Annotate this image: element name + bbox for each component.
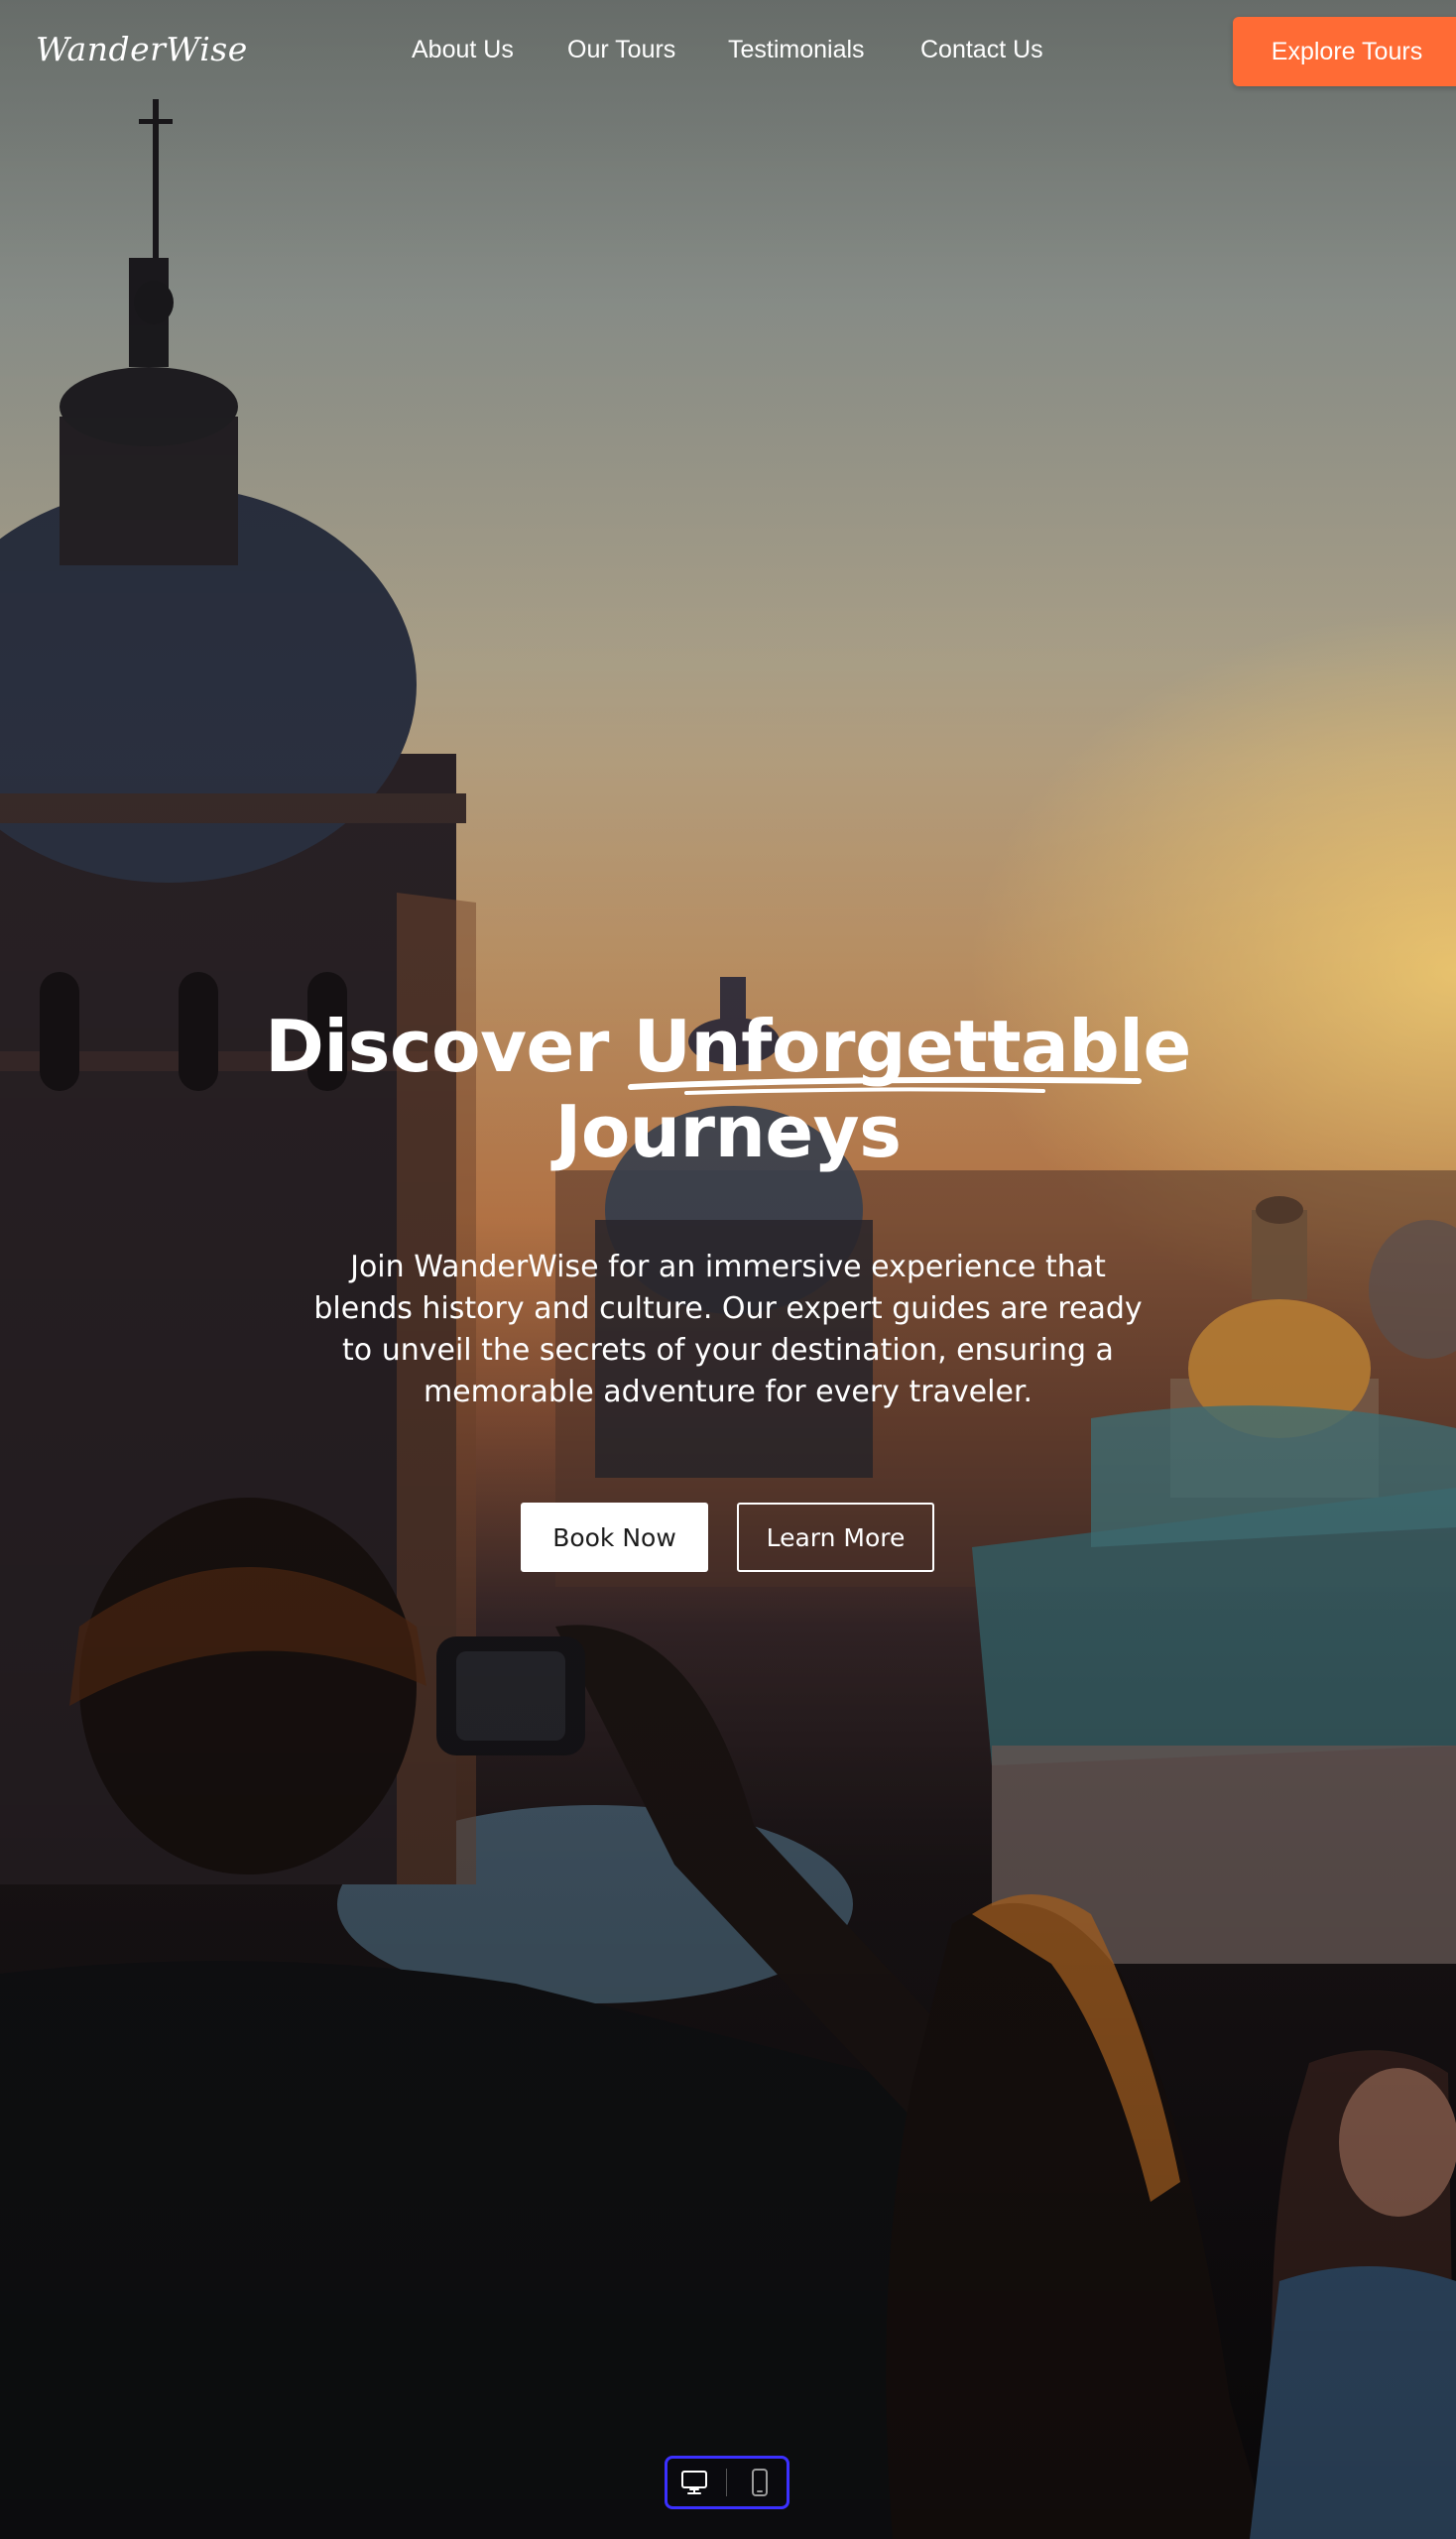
- mobile-icon: [751, 2469, 768, 2496]
- brand-logo[interactable]: WanderWise: [36, 30, 248, 68]
- headline-highlight-wrap: Unforgettable: [628, 1004, 1191, 1095]
- switcher-divider: [726, 2469, 728, 2496]
- desktop-icon: [681, 2471, 708, 2494]
- nav-link-testimonials[interactable]: Testimonials: [728, 36, 865, 64]
- headline-line2: Journeys: [554, 1090, 902, 1173]
- book-now-button[interactable]: Book Now: [521, 1503, 708, 1572]
- nav-link-contact-us[interactable]: Contact Us: [920, 36, 1043, 64]
- headline-part1: Discover: [265, 1005, 634, 1088]
- explore-tours-button[interactable]: Explore Tours: [1233, 17, 1456, 86]
- hero-subtitle: Join WanderWise for an immersive experie…: [313, 1250, 1143, 1409]
- top-navigation: WanderWise About Us Our Tours Testimonia…: [0, 0, 1456, 103]
- nav-link-our-tours[interactable]: Our Tours: [567, 36, 675, 64]
- desktop-view-button[interactable]: [672, 2463, 716, 2502]
- mobile-view-button[interactable]: [738, 2463, 782, 2502]
- learn-more-button[interactable]: Learn More: [737, 1503, 934, 1572]
- device-switcher: [665, 2456, 789, 2509]
- hero-headline: Discover Unforgettable Journeys: [0, 1004, 1456, 1174]
- brush-underline-decoration: [628, 1076, 1143, 1095]
- nav-link-about-us[interactable]: About Us: [412, 36, 514, 64]
